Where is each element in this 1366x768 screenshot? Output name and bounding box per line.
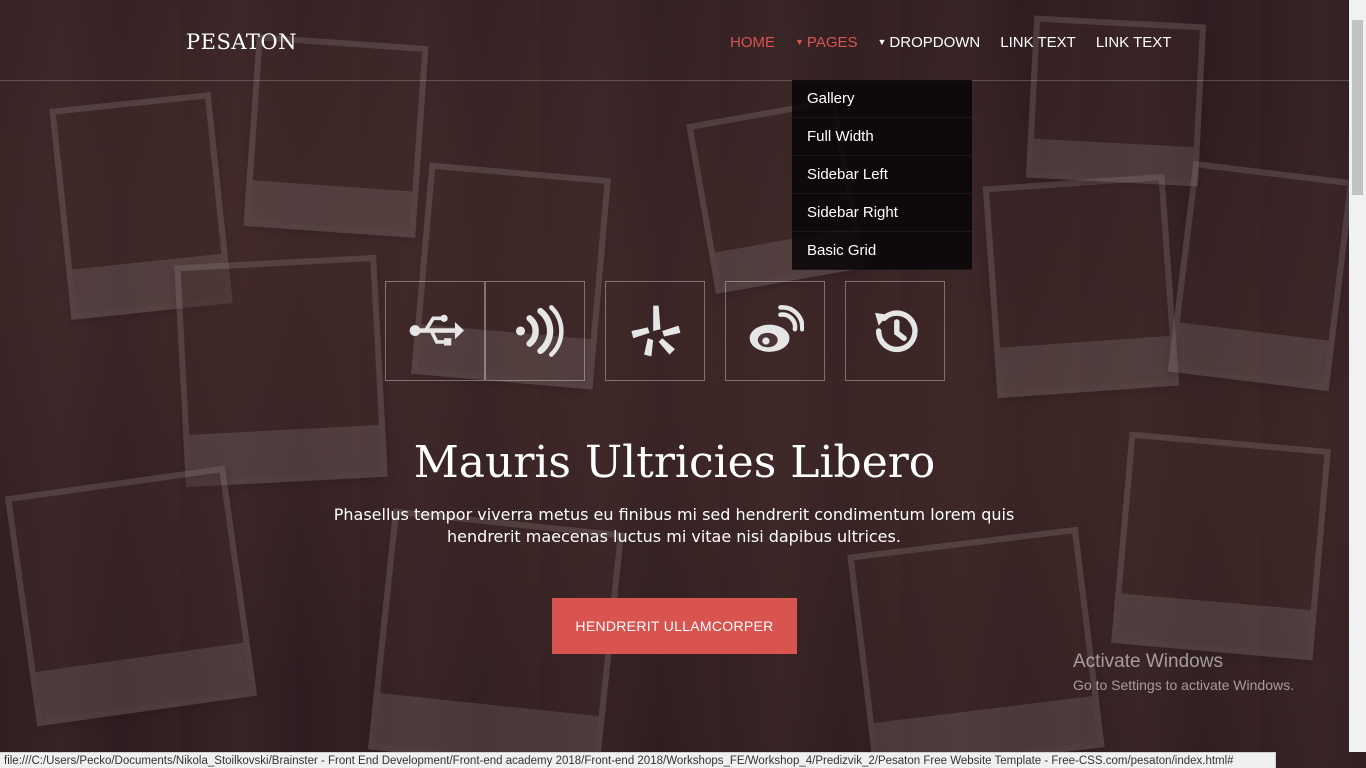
nav-item-label: DROPDOWN	[889, 34, 981, 51]
icon-box-yelp[interactable]	[605, 281, 705, 381]
caret-down-icon: ▼	[877, 37, 887, 47]
usb-icon	[409, 314, 464, 346]
icon-box-weibo[interactable]	[725, 281, 825, 381]
activate-windows-watermark: Activate Windows Go to Settings to activ…	[1073, 651, 1294, 693]
history-icon	[875, 310, 918, 353]
yelp-icon	[631, 305, 681, 357]
site-header: PESATON HOME ▼ PAGES ▼ DROPDOWN LINK TEXT …	[0, 0, 1349, 81]
nav-item-dropdown[interactable]: ▼ DROPDOWN	[878, 34, 981, 51]
icon-row	[385, 281, 945, 381]
nav-item-home[interactable]: HOME	[730, 34, 775, 51]
vertical-scrollbar[interactable]	[1349, 0, 1366, 752]
icon-box-usb[interactable]	[385, 281, 485, 381]
watermark-title: Activate Windows	[1073, 651, 1223, 672]
nav-item-label: LINK TEXT	[1095, 34, 1172, 51]
dropdown-item-basic-grid[interactable]: Basic Grid	[792, 232, 972, 270]
watermark-subtitle: Go to Settings to activate Windows.	[1073, 677, 1294, 693]
page: PESATON HOME ▼ PAGES ▼ DROPDOWN LINK TEXT …	[0, 0, 1366, 768]
site-logo[interactable]: PESATON	[186, 30, 297, 54]
nav-item-link-text-1[interactable]: LINK TEXT	[1000, 34, 1076, 51]
dropdown-item-gallery[interactable]: Gallery	[792, 80, 972, 118]
caret-down-icon: ▼	[795, 37, 804, 47]
icon-box-history[interactable]	[845, 281, 945, 381]
dropdown-item-sidebar-right[interactable]: Sidebar Right	[792, 194, 972, 232]
dropdown-item-full-width[interactable]: Full Width	[792, 118, 972, 156]
icon-box-rss[interactable]	[485, 281, 585, 381]
nav-item-pages[interactable]: ▼ PAGES	[795, 34, 858, 51]
main-nav: HOME ▼ PAGES ▼ DROPDOWN LINK TEXT LINK TEX…	[730, 34, 1171, 51]
scrollbar-thumb[interactable]	[1352, 20, 1363, 195]
nav-item-label: LINK TEXT	[1000, 34, 1076, 51]
hero-cta-button[interactable]: HENDRERIT ULLAMCORPER	[552, 598, 797, 654]
dropdown-item-sidebar-left[interactable]: Sidebar Left	[792, 156, 972, 194]
hero-text: Phasellus tempor viverra metus eu finibu…	[333, 505, 1015, 546]
hero-title: Mauris Ultricies Libero	[413, 437, 936, 488]
nav-item-label: PAGES	[806, 34, 858, 51]
rss-waves-icon	[515, 305, 564, 357]
nav-item-label: HOME	[730, 34, 775, 51]
weibo-icon	[749, 305, 804, 352]
pages-dropdown-menu: Gallery Full Width Sidebar Left Sidebar …	[792, 80, 972, 270]
browser-status-bar: file:///C:/Users/Pecko/Documents/Nikola_…	[0, 752, 1276, 768]
nav-item-link-text-2[interactable]: LINK TEXT	[1096, 34, 1172, 51]
